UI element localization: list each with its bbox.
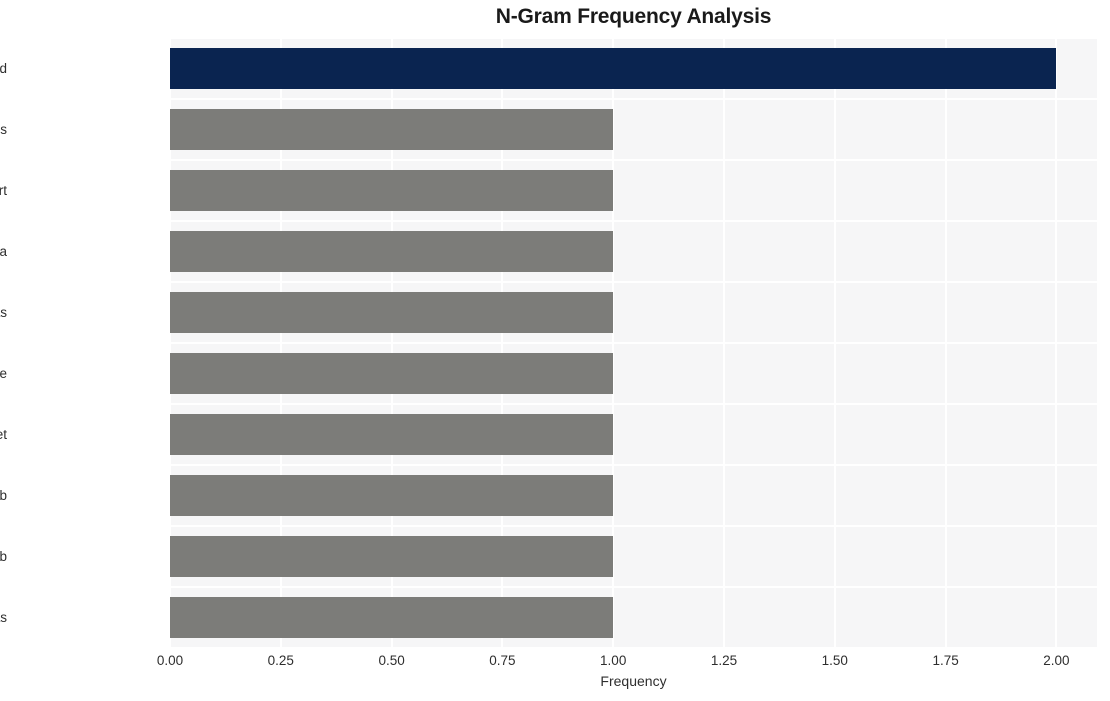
- bar: [170, 597, 614, 638]
- x-tick-label: 0.75: [489, 653, 516, 668]
- x-tick-label: 0.50: [378, 653, 405, 668]
- y-gridline: [170, 403, 1097, 405]
- x-tick-label: 0.00: [156, 653, 184, 668]
- y-tick-label: like ethernet usb: [0, 487, 7, 503]
- bar: [170, 353, 614, 394]
- bar: [170, 292, 614, 333]
- y-tick-label: export data fpgas: [0, 304, 7, 320]
- y-tick-label: hash theres options: [0, 121, 7, 137]
- y-tick-label: data fpgas like: [0, 365, 7, 381]
- bar: [170, 475, 614, 516]
- y-tick-label: fpgas like ethernet: [0, 426, 7, 442]
- y-gridline: [170, 647, 1097, 648]
- x-tick-label: 0.25: [267, 653, 294, 668]
- y-gridline: [170, 159, 1097, 161]
- x-tick-label: 2.00: [1043, 653, 1070, 668]
- y-tick-label: ethernet usb usb: [0, 548, 7, 564]
- bar: [170, 231, 614, 272]
- x-axis-title: Frequency: [600, 673, 667, 689]
- x-tick-label: 1.25: [710, 653, 738, 668]
- chart-figure: N-Gram Frequency Analysis usb capture ca…: [0, 0, 1110, 701]
- chart-title: N-Gram Frequency Analysis: [495, 5, 772, 28]
- y-gridline: [170, 525, 1097, 527]
- y-gridline: [170, 98, 1097, 100]
- y-gridline: [170, 342, 1097, 344]
- y-gridline: [170, 464, 1097, 466]
- y-tick-label: usb usb fpgas: [0, 609, 7, 625]
- y-gridline: [170, 220, 1097, 222]
- y-gridline: [170, 38, 1097, 39]
- x-tick-label: 1.50: [821, 653, 848, 668]
- y-tick-label: options export data: [0, 243, 7, 259]
- y-gridline: [170, 281, 1097, 283]
- plot-area: [170, 38, 1097, 648]
- x-tick-label: 1.75: [932, 653, 959, 668]
- bar: [170, 536, 614, 577]
- y-tick-label: usb capture card: [0, 60, 7, 76]
- bar: [170, 48, 1057, 89]
- x-tick-label: 1.00: [600, 653, 627, 668]
- y-gridline: [170, 586, 1097, 588]
- bar: [170, 170, 614, 211]
- y-tick-label: theres options export: [0, 182, 7, 198]
- bar: [170, 109, 614, 150]
- bar: [170, 414, 614, 455]
